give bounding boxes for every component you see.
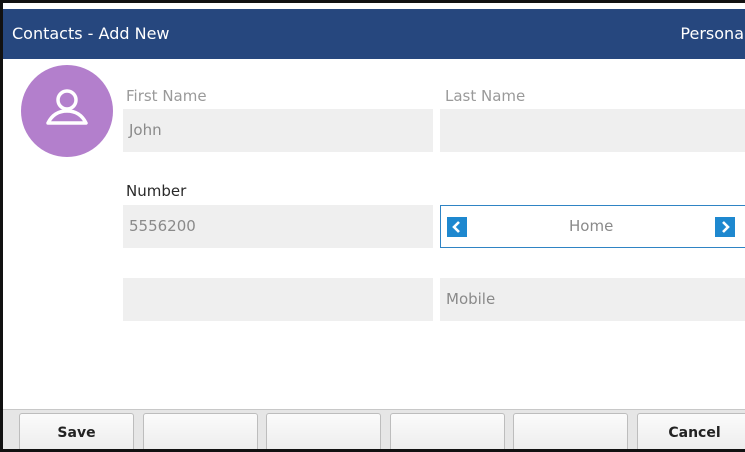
number-type-value: Home (569, 217, 614, 235)
second-number-field[interactable] (123, 278, 433, 321)
chevron-left-icon[interactable] (447, 217, 467, 237)
save-button[interactable]: Save (19, 413, 134, 449)
number-label: Number (126, 182, 187, 200)
first-name-field[interactable]: John (123, 109, 433, 152)
first-name-label: First Name (126, 87, 207, 105)
softkey-3[interactable] (266, 413, 381, 449)
softkey-2[interactable] (143, 413, 258, 449)
second-number-type-field[interactable]: Mobile (440, 278, 745, 321)
contact-avatar[interactable] (21, 65, 113, 157)
softkey-bar: Save Cancel (3, 409, 745, 449)
number-field[interactable]: 5556200 (123, 205, 433, 248)
softkey-4[interactable] (390, 413, 505, 449)
last-name-field[interactable] (440, 109, 745, 152)
chevron-right-icon[interactable] (715, 217, 735, 237)
title-bar: Contacts - Add New Persona (3, 9, 745, 59)
person-icon (46, 89, 88, 125)
number-type-selector[interactable]: Home (440, 205, 745, 248)
account-label: Persona (680, 24, 744, 43)
last-name-label: Last Name (445, 87, 526, 105)
screen-title: Contacts - Add New (12, 24, 170, 43)
phone-screen: Contacts - Add New Persona First Name Jo… (0, 0, 745, 452)
softkey-5[interactable] (513, 413, 628, 449)
cancel-button[interactable]: Cancel (637, 413, 745, 449)
